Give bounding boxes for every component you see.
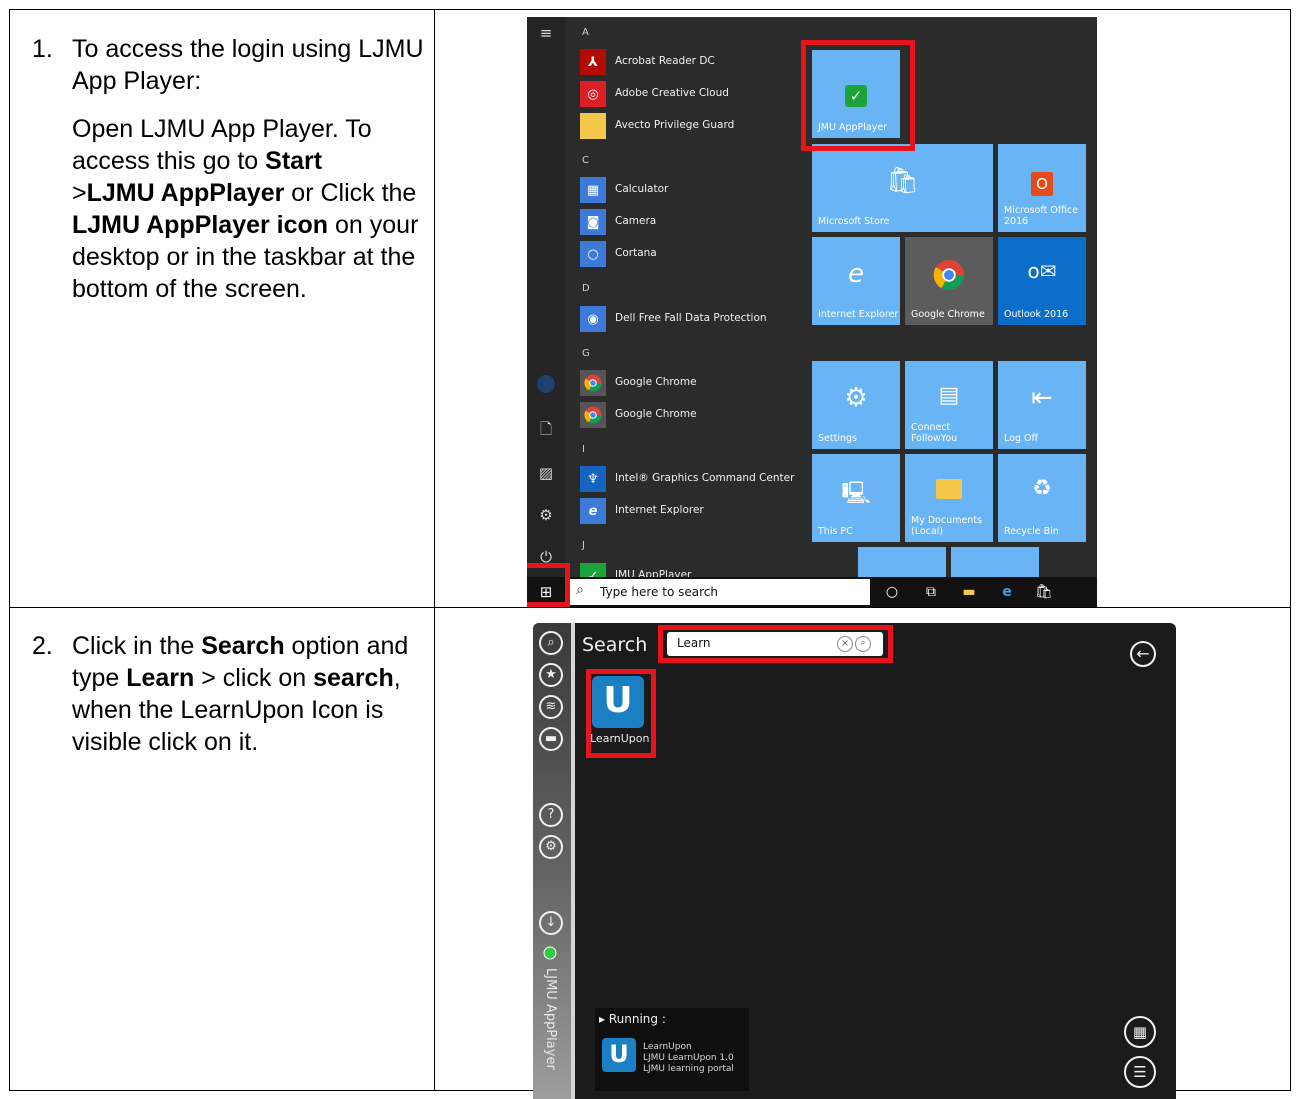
app-internet-explorer[interactable]: e Internet Explorer (579, 497, 799, 525)
step-instructions: Open LJMU App Player. To access this go … (72, 115, 419, 303)
file-explorer-icon[interactable]: ▬ (959, 582, 979, 602)
tile-log-off[interactable]: ⇤ Log Off (998, 361, 1086, 449)
folder-icon[interactable]: ▬ (539, 727, 563, 751)
column-divider (434, 9, 435, 1091)
app-creative-cloud[interactable]: ◎ Adobe Creative Cloud (579, 80, 799, 108)
taskbar: ⊞ ⌕ Type here to search ○ ⧉ ▬ e 🛍 (527, 577, 1097, 607)
app-camera[interactable]: ◙ Camera (579, 208, 799, 236)
step-number: 2. (32, 632, 53, 660)
chrome-icon (905, 259, 993, 298)
intel-graphics-icon: ♆ (580, 466, 606, 492)
edge-icon[interactable]: e (997, 582, 1017, 602)
tile-google-chrome[interactable]: Google Chrome (905, 237, 993, 325)
folder-icon (905, 476, 993, 506)
step-intro: To access the login using LJMU App Playe… (72, 35, 424, 95)
camera-icon: ◙ (580, 209, 606, 235)
letter-header: G (582, 348, 590, 359)
computer-icon: 🖳 (841, 481, 871, 506)
letter-header: A (582, 27, 589, 38)
step-number: 1. (32, 35, 53, 63)
app-player-screenshot: ⌕ ★ ≋ ▬ ? ⚙ ↓ LJMU AppPlayer Search Lear… (533, 623, 1176, 1099)
letter-header: C (582, 155, 589, 166)
app-google-chrome[interactable]: Google Chrome (579, 401, 799, 429)
star-icon[interactable]: ★ (539, 663, 563, 687)
chrome-icon (580, 370, 606, 396)
letter-header: I (582, 444, 585, 455)
step-2: 2. Click in the Search option and type L… (32, 630, 432, 758)
highlight-appplayer-tile (801, 40, 915, 151)
status-online-icon (543, 945, 557, 960)
running-panel: ▸ Running : U LearnUpon LJMU LearnUpon 1… (595, 1008, 749, 1091)
office-icon: O (998, 166, 1086, 196)
pictures-icon[interactable]: ▨ (536, 463, 556, 483)
app-player-sidebar: ⌕ ★ ≋ ▬ ? ⚙ ↓ LJMU AppPlayer (533, 623, 571, 1099)
step-instructions: Click in the Search option and type Lear… (72, 632, 409, 756)
app-intel-graphics[interactable]: ♆ Intel® Graphics Command Center (579, 465, 799, 493)
taskbar-search-box[interactable]: ⌕ Type here to search (567, 579, 870, 605)
dell-icon: ◉ (580, 306, 606, 332)
tile-this-pc[interactable]: 🖳 This PC (812, 454, 900, 542)
tile-microsoft-office[interactable]: O Microsoft Office 2016 (998, 144, 1086, 232)
search-icon: ⌕ (576, 582, 584, 598)
app-cortana[interactable]: ○ Cortana (579, 240, 799, 268)
app-google-chrome[interactable]: Google Chrome (579, 369, 799, 397)
tile-recycle-bin[interactable]: ♻ Recycle Bin (998, 454, 1086, 542)
highlight-start-button (527, 563, 570, 607)
page-title: Search (582, 634, 648, 656)
sidebar-divider (571, 623, 575, 1099)
back-arrow-icon[interactable]: ← (1130, 641, 1156, 667)
tile-my-documents[interactable]: My Documents (Local) (905, 454, 993, 542)
settings-gear-icon[interactable]: ⚙ (539, 835, 563, 859)
calculator-icon: ▦ (580, 177, 606, 203)
internet-explorer-icon: e (580, 498, 606, 524)
start-menu-screenshot: ≡ 🗋 ▨ ⚙ ⏻ A ⅄ Acrobat Reader DC ◎ Adobe … (527, 17, 1097, 607)
creative-cloud-icon: ◎ (580, 81, 606, 107)
running-title: ▸ Running : (599, 1012, 666, 1026)
avatar[interactable] (537, 375, 555, 393)
sidebar-label: LJMU AppPlayer (543, 968, 558, 1070)
download-arrow-icon[interactable]: ↓ (539, 911, 563, 935)
app-dell-free-fall[interactable]: ◉ Dell Free Fall Data Protection (579, 305, 799, 333)
printer-icon: ▤ (938, 383, 960, 408)
layers-icon[interactable]: ≋ (539, 695, 563, 719)
store-bag-icon[interactable]: 🛍 (1034, 582, 1054, 602)
document-icon[interactable]: 🗋 (536, 419, 556, 439)
highlight-learnupon-icon (586, 669, 656, 758)
search-icon[interactable]: ⌕ (539, 631, 563, 655)
app-avecto-folder[interactable]: Avecto Privilege Guard ⌄ (579, 112, 840, 140)
acrobat-icon: ⅄ (580, 49, 606, 75)
letter-header: J (582, 540, 585, 551)
task-view-icon[interactable]: ⧉ (921, 582, 941, 602)
hamburger-icon[interactable]: ≡ (536, 23, 556, 43)
row-divider (9, 607, 1291, 608)
tile-internet-explorer[interactable]: e Internet Explorer (812, 237, 900, 325)
settings-gear-icon[interactable]: ⚙ (536, 505, 556, 525)
tile-connect-followyou[interactable]: ▤ Connect FollowYou (905, 361, 993, 449)
start-rail: ≡ 🗋 ▨ ⚙ ⏻ (527, 17, 565, 577)
tile-outlook[interactable]: o✉ Outlook 2016 (998, 237, 1086, 325)
letter-header: D (582, 283, 590, 294)
internet-explorer-icon: e (848, 259, 864, 289)
tile-microsoft-store[interactable]: 🛍 Microsoft Store (812, 144, 993, 232)
cortana-icon[interactable]: ○ (882, 582, 902, 602)
outlook-icon: o✉ (1027, 259, 1057, 283)
step-1: 1. To access the login using LJMU App Pl… (32, 33, 432, 305)
chrome-icon (580, 402, 606, 428)
tile-settings[interactable]: ⚙ Settings (812, 361, 900, 449)
settings-gear-icon: ⚙ (844, 383, 868, 413)
recycle-bin-icon: ♻ (1032, 476, 1052, 501)
log-off-icon: ⇤ (1031, 383, 1053, 413)
cortana-icon: ○ (580, 241, 606, 267)
folder-icon (580, 113, 606, 139)
list-icon[interactable]: ☰ (1124, 1056, 1156, 1088)
learnupon-icon[interactable]: U (602, 1038, 636, 1072)
store-bag-icon: 🛍 (885, 166, 919, 196)
calculator-icon[interactable]: ▦ (1124, 1016, 1156, 1048)
app-calculator[interactable]: ▦ Calculator (579, 176, 799, 204)
highlight-search-box (658, 625, 893, 663)
help-icon[interactable]: ? (539, 803, 563, 827)
app-acrobat-reader[interactable]: ⅄ Acrobat Reader DC (579, 48, 799, 76)
